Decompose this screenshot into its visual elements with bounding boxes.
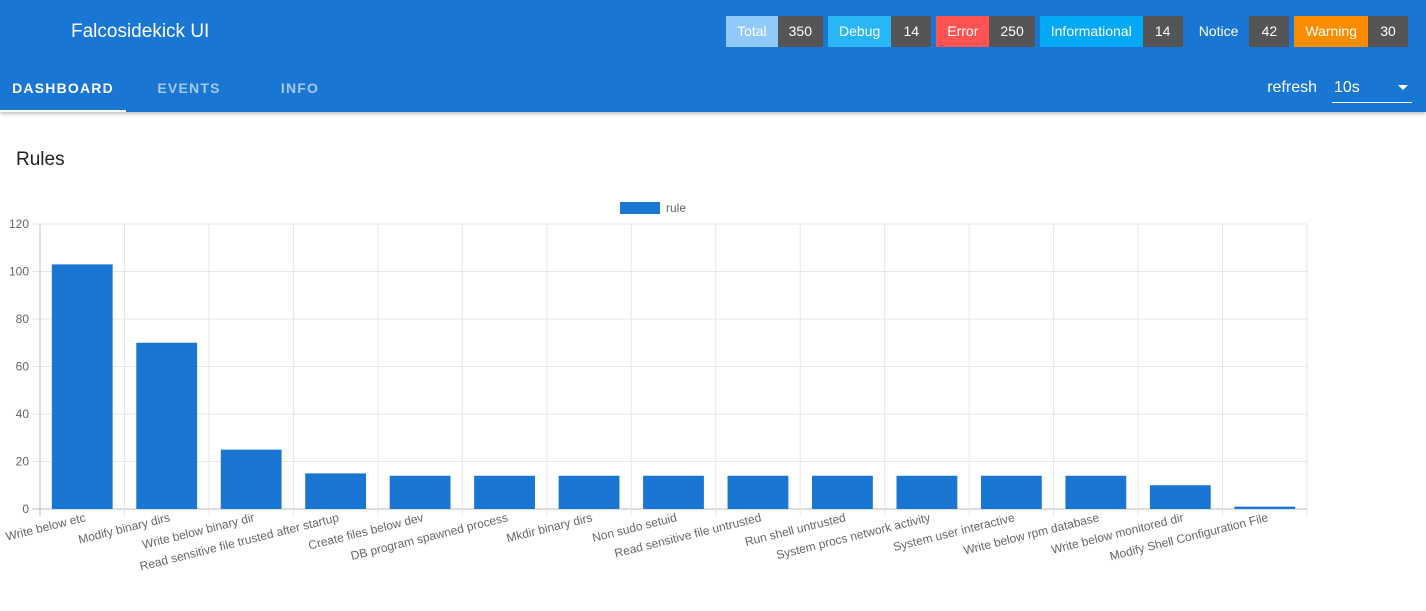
bar	[643, 475, 704, 509]
bar	[474, 475, 535, 509]
bar	[51, 264, 113, 509]
badge-label: Informational	[1039, 16, 1143, 47]
bar	[389, 475, 451, 509]
badge-count: 42	[1249, 16, 1290, 47]
x-tick-label: Write below etc	[4, 510, 87, 543]
y-tick-label: 120	[9, 217, 29, 231]
y-tick-label: 60	[16, 360, 30, 374]
rules-bar-chart: 020406080100120Write below etcModify bin…	[4, 201, 1308, 573]
bar	[1234, 506, 1296, 509]
y-tick-label: 0	[22, 502, 29, 516]
badge-warning: Warning 30	[1294, 16, 1408, 47]
bar	[896, 475, 958, 509]
x-tick-label: Read sensitive file untrusted	[613, 510, 763, 560]
app-bar: Falcosidekick UI Total 350 Debug 14 Error 250…	[0, 0, 1426, 112]
bar	[812, 475, 873, 509]
tab-events[interactable]: EVENTS	[126, 64, 252, 112]
refresh-label: refresh	[1267, 79, 1317, 96]
badge-count: 30	[1368, 16, 1408, 47]
refresh-select[interactable]: 10s	[1332, 73, 1412, 103]
badge-informational: Informational 14	[1039, 16, 1183, 47]
tab-info[interactable]: INFO	[252, 64, 348, 112]
severity-badges: Total 350 Debug 14 Error 250 Informational 14 No…	[721, 16, 1408, 47]
refresh-select-value: 10s	[1334, 79, 1360, 96]
badge-count: 250	[989, 16, 1035, 47]
badge-error: Error 250	[936, 16, 1035, 47]
y-tick-label: 40	[16, 407, 30, 421]
bar	[1149, 485, 1211, 509]
legend-swatch	[620, 202, 660, 214]
bar	[305, 473, 367, 509]
badge-label: Total	[726, 16, 778, 47]
bar	[980, 475, 1042, 509]
bar	[220, 449, 282, 509]
badge-count: 14	[891, 16, 932, 47]
bar	[558, 475, 620, 509]
bar	[136, 342, 198, 509]
bar	[727, 475, 789, 509]
nav-tabs: DASHBOARD EVENTS INFO	[0, 64, 348, 112]
app-title: Falcosidekick UI	[71, 21, 210, 42]
badge-count: 350	[777, 16, 823, 47]
legend-label: rule	[666, 201, 686, 215]
section-title: Rules	[16, 149, 65, 170]
badge-label: Debug	[828, 16, 892, 47]
badge-count: 14	[1142, 16, 1183, 47]
y-tick-label: 100	[9, 265, 29, 279]
tab-dashboard[interactable]: DASHBOARD	[0, 64, 126, 112]
bar	[1065, 475, 1127, 509]
y-tick-label: 20	[16, 455, 30, 469]
badge-notice: Notice 42	[1187, 16, 1290, 47]
refresh-control: refresh 10s	[1267, 72, 1412, 104]
x-tick-label: Mkdir binary dirs	[505, 510, 594, 545]
badge-debug: Debug 14	[828, 16, 932, 47]
badge-total: Total 350	[726, 16, 823, 47]
y-tick-label: 80	[16, 312, 30, 326]
badge-label: Warning	[1294, 16, 1368, 47]
caret-down-icon	[1398, 85, 1408, 90]
badge-label: Notice	[1187, 16, 1250, 47]
badge-label: Error	[936, 16, 990, 47]
